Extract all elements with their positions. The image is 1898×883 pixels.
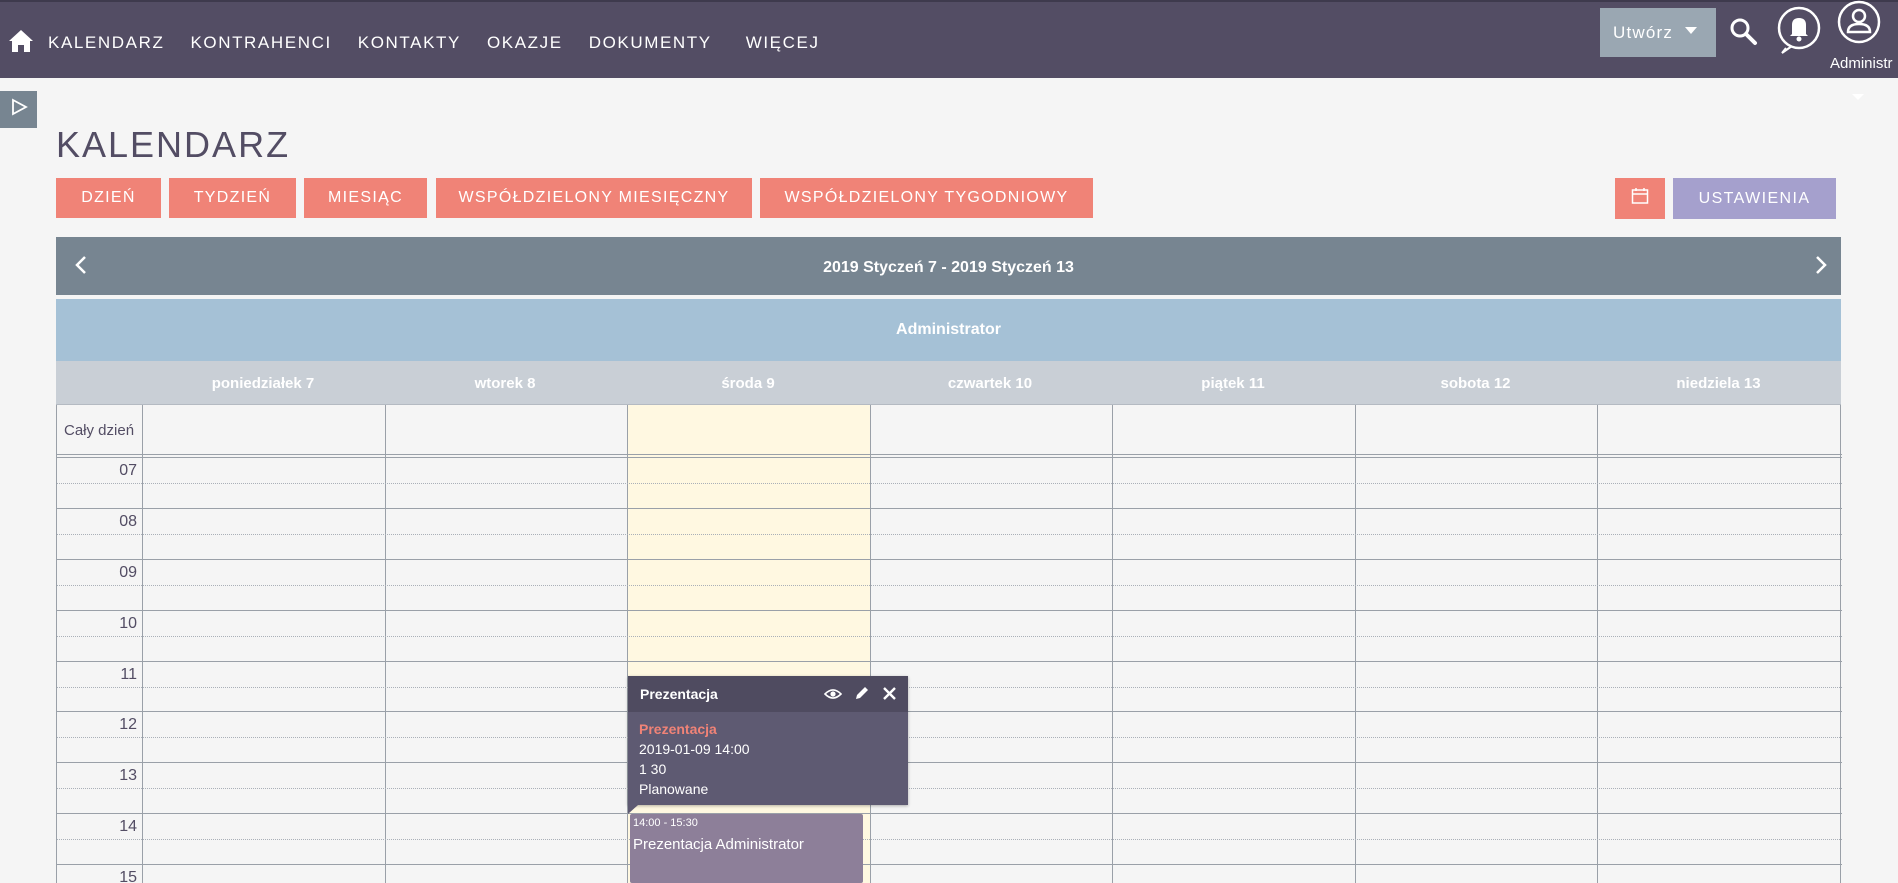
nav-item-dokumenty[interactable]: DOKUMENTY <box>589 33 712 53</box>
day-header-sunday: niedziela 13 <box>1676 375 1761 392</box>
calendar-icon <box>1631 187 1649 210</box>
day-header-monday: poniedziałek 7 <box>211 375 315 392</box>
hour-divider <box>57 864 1842 865</box>
hour-label: 09 <box>119 564 137 581</box>
top-navigation-bar: KALENDARZ KONTRAHENCI KONTAKTY OKAZJE DO… <box>0 0 1898 100</box>
hour-divider <box>57 661 1842 662</box>
settings-button[interactable]: USTAWIENIA <box>1673 178 1836 219</box>
eye-icon[interactable] <box>823 686 843 702</box>
nav-item-kalendarz[interactable]: KALENDARZ <box>48 33 164 53</box>
hour-divider <box>57 813 1842 814</box>
event-title: Prezentacja Administrator <box>633 836 804 853</box>
hour-label: 11 <box>120 666 137 683</box>
all-day-label: Cały dzień <box>64 422 135 439</box>
day-header-wednesday: środa 9 <box>721 375 775 392</box>
chevron-down-icon[interactable] <box>1852 94 1864 100</box>
event-detail-link[interactable]: Prezentacja <box>639 721 717 737</box>
event-popover: Prezentacja Prezentacja 2019-01-09 14:00… <box>628 676 908 805</box>
nav-item-kontakty[interactable]: KONTAKTY <box>358 33 461 53</box>
half-hour-divider <box>57 483 1842 484</box>
nav-item-kontrahenci[interactable]: KONTRAHENCI <box>190 33 331 53</box>
chevron-right-icon[interactable] <box>1812 255 1830 275</box>
popover-title: Prezentacja <box>640 686 718 702</box>
hour-label: 08 <box>119 513 137 530</box>
column-divider <box>142 405 143 883</box>
popover-header: Prezentacja <box>628 676 908 712</box>
hour-divider <box>57 762 1842 763</box>
user-name-label[interactable]: Administr <box>1830 55 1893 72</box>
column-divider <box>1355 405 1356 883</box>
half-hour-divider <box>57 534 1842 535</box>
calendar-grid: Cały dzień 07 08 09 10 11 12 13 14 15 <box>56 405 1842 883</box>
hour-label: 13 <box>119 767 137 784</box>
day-header-saturday: sobota 12 <box>1440 375 1511 392</box>
page-title: KALENDARZ <box>56 124 291 165</box>
half-hour-divider <box>57 585 1842 586</box>
sidebar-toggle-icon <box>10 98 28 121</box>
day-header-thursday: czwartek 10 <box>947 375 1033 392</box>
calendar-navigation: 2019 Styczeń 7 - 2019 Styczeń 13 <box>56 237 1841 295</box>
hour-label: 15 <box>119 869 137 883</box>
half-hour-divider <box>57 839 1842 840</box>
column-divider <box>870 405 871 883</box>
view-day-button[interactable]: DZIEŃ <box>56 178 161 218</box>
close-icon[interactable] <box>882 686 897 701</box>
event-time: 14:00 - 15:30 <box>633 817 698 829</box>
search-icon[interactable] <box>1728 16 1758 46</box>
half-hour-divider <box>57 788 1842 789</box>
create-button-label: Utwórz <box>1613 22 1674 42</box>
nav-item-okazje[interactable]: OKAZJE <box>487 33 563 53</box>
event-datetime: 2019-01-09 14:00 <box>639 741 750 757</box>
day-header-tuesday: wtorek 8 <box>474 375 536 392</box>
hour-divider <box>57 711 1842 712</box>
date-picker-button[interactable] <box>1615 178 1665 219</box>
day-header-friday: piątek 11 <box>1201 375 1265 392</box>
event-status: Planowane <box>639 781 709 797</box>
calendar-user-label: Administrator <box>896 321 1001 338</box>
hour-label: 12 <box>119 716 137 733</box>
hour-divider <box>57 508 1842 509</box>
user-icon[interactable] <box>1836 0 1882 48</box>
day-header-row: poniedziałek 7 wtorek 8 środa 9 czwartek… <box>56 361 1841 405</box>
sidebar-toggle-button[interactable] <box>0 91 37 128</box>
half-hour-divider <box>57 737 1842 738</box>
week-range-label: 2019 Styczeń 7 - 2019 Styczeń 13 <box>823 259 1074 276</box>
hour-divider <box>57 610 1842 611</box>
view-shared-month-button[interactable]: WSPÓŁDZIELONY MIESIĘCZNY <box>436 178 752 218</box>
row-divider <box>57 454 1842 455</box>
chevron-down-icon <box>1685 27 1698 34</box>
half-hour-divider <box>57 687 1842 688</box>
view-month-button[interactable]: MIESIĄC <box>304 178 427 218</box>
nav-item-wiecej[interactable]: WIĘCEJ <box>746 33 820 53</box>
column-divider <box>385 405 386 883</box>
calendar-user-band: Administrator <box>56 299 1841 361</box>
today-column[interactable] <box>628 405 870 883</box>
hour-label: 14 <box>119 818 137 835</box>
create-button[interactable]: Utwórz <box>1600 8 1716 57</box>
hour-divider <box>57 559 1842 560</box>
row-divider <box>57 457 1842 458</box>
view-week-button[interactable]: TYDZIEŃ <box>169 178 296 218</box>
popover-tail <box>628 805 638 814</box>
column-divider <box>1597 405 1598 883</box>
home-icon[interactable] <box>8 28 34 54</box>
main-nav: KALENDARZ KONTRAHENCI KONTAKTY OKAZJE DO… <box>48 33 846 53</box>
half-hour-divider <box>57 636 1842 637</box>
event-duration: 1 30 <box>639 761 667 777</box>
view-shared-week-button[interactable]: WSPÓŁDZIELONY TYGODNIOWY <box>760 178 1093 218</box>
calendar-event[interactable]: 14:00 - 15:30 Prezentacja Administrator <box>630 814 863 883</box>
pencil-icon[interactable] <box>854 685 870 701</box>
bell-icon[interactable] <box>1776 4 1822 54</box>
hour-label: 07 <box>119 462 137 479</box>
hour-label: 10 <box>119 615 137 632</box>
column-divider <box>1112 405 1113 883</box>
